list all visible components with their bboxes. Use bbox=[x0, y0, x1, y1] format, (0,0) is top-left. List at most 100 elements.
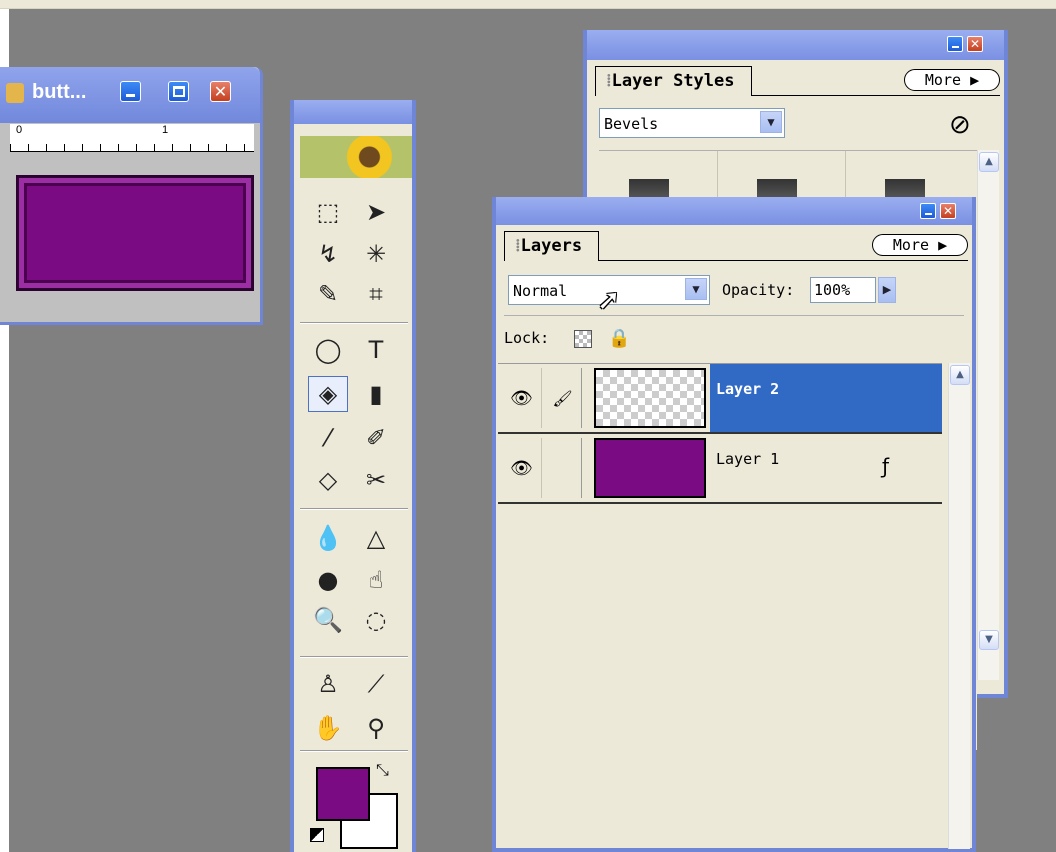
layer-style-fx-icon[interactable]: ƒ bbox=[882, 454, 889, 478]
ruler-ticks bbox=[10, 144, 254, 151]
horizontal-ruler: 0 1 bbox=[10, 124, 254, 152]
tab-label: Layer Styles bbox=[611, 71, 735, 91]
red-eye-tool-icon[interactable]: ✂ bbox=[356, 462, 396, 498]
eraser-tool-icon[interactable]: ◇ bbox=[308, 462, 348, 498]
eyedropper-tool-icon[interactable]: ⟋ bbox=[356, 666, 396, 702]
blur-tool-icon[interactable]: 💧 bbox=[308, 520, 348, 556]
minimize-button[interactable] bbox=[120, 81, 141, 102]
tab-layer-styles[interactable]: ⁞Layer Styles bbox=[595, 66, 752, 96]
chevron-down-icon[interactable]: ▼ bbox=[685, 278, 707, 300]
shape-tool-icon[interactable]: ◯ bbox=[308, 332, 348, 368]
document-canvas[interactable] bbox=[10, 153, 254, 313]
layers-titlebar[interactable]: ✕ bbox=[496, 197, 972, 225]
link-cell[interactable] bbox=[544, 438, 582, 498]
foreground-color-swatch[interactable] bbox=[316, 767, 370, 821]
toolbox-titlebar[interactable] bbox=[294, 100, 412, 124]
type-tool-icon[interactable]: T bbox=[356, 332, 396, 368]
minimize-button[interactable] bbox=[920, 203, 936, 219]
more-label: More bbox=[892, 236, 930, 254]
opacity-input[interactable]: 100% bbox=[810, 277, 876, 303]
clone-stamp-tool-icon[interactable]: ♙ bbox=[308, 666, 348, 702]
close-button[interactable]: ✕ bbox=[210, 81, 231, 102]
more-button[interactable]: More ▶ bbox=[904, 69, 1000, 91]
purple-button-graphic bbox=[16, 175, 254, 291]
minimize-icon bbox=[951, 46, 959, 48]
layer-row[interactable]: 👁 🖌 Layer 2 bbox=[498, 364, 942, 434]
paint-bucket-tool-icon[interactable]: ◈ bbox=[308, 376, 348, 412]
minimize-icon bbox=[924, 213, 932, 215]
zoom-tool-icon[interactable]: ⚲ bbox=[356, 710, 396, 746]
minimize-icon bbox=[126, 94, 135, 97]
burn-tool-icon[interactable]: 🔍 bbox=[308, 602, 348, 638]
eye-icon[interactable]: 👁 bbox=[502, 438, 542, 498]
minimize-button[interactable] bbox=[947, 36, 963, 52]
more-button[interactable]: More ▶ bbox=[872, 234, 968, 256]
scroll-up-icon[interactable]: ▲ bbox=[950, 365, 970, 385]
magic-wand-tool-icon[interactable]: ✳ bbox=[356, 236, 396, 272]
toolbox-separator bbox=[300, 508, 408, 510]
maximize-icon bbox=[172, 86, 185, 97]
lock-label: Lock: bbox=[504, 329, 550, 347]
brush-tool-icon[interactable]: ⁄ bbox=[308, 420, 348, 456]
brush-select-tool-icon[interactable]: ✎ bbox=[308, 276, 348, 312]
triangle-right-icon: ▶ bbox=[970, 71, 980, 89]
layer-styles-titlebar[interactable]: ✕ bbox=[587, 30, 1004, 60]
sunflower-logo bbox=[300, 136, 412, 178]
styles-scrollbar[interactable]: ▲ ▼ bbox=[977, 150, 999, 680]
more-label: More bbox=[924, 71, 962, 89]
chevron-down-icon[interactable]: ▼ bbox=[760, 111, 782, 133]
brush-icon[interactable]: 🖌 bbox=[544, 368, 582, 428]
toolbox-separator bbox=[300, 750, 408, 752]
clear-style-icon[interactable]: ⊘ bbox=[949, 110, 971, 140]
ruler-mark: 0 bbox=[16, 124, 23, 136]
crop-tool-icon[interactable]: ⌗ bbox=[356, 276, 396, 312]
sharpen-tool-icon[interactable]: △ bbox=[356, 520, 396, 556]
close-icon: ✕ bbox=[213, 82, 228, 101]
scroll-down-icon[interactable]: ▼ bbox=[979, 630, 999, 650]
close-icon: ✕ bbox=[942, 204, 954, 218]
document-titlebar[interactable]: butt... ✕ bbox=[0, 67, 260, 123]
opacity-label: Opacity: bbox=[722, 281, 795, 299]
move-tool-icon[interactable]: ➤ bbox=[356, 194, 396, 230]
hand-tool-icon[interactable]: ✋ bbox=[308, 710, 348, 746]
sponge-tool-icon[interactable]: ● bbox=[308, 562, 348, 598]
scroll-up-icon[interactable]: ▲ bbox=[979, 152, 999, 172]
ruler-mark: 1 bbox=[162, 124, 169, 136]
tab-label: Layers bbox=[520, 236, 583, 256]
document-icon bbox=[6, 83, 24, 103]
dodge-tool-icon[interactable]: ◌ bbox=[356, 602, 396, 638]
tab-layers[interactable]: ⁞Layers bbox=[504, 231, 600, 261]
top-menu-strip bbox=[0, 0, 1056, 9]
style-category-dropdown[interactable]: Bevels ▼ bbox=[599, 108, 785, 138]
lock-row: Lock: 🔒 bbox=[504, 315, 964, 355]
style-category-value: Bevels bbox=[604, 115, 659, 133]
layers-scrollbar[interactable]: ▲ bbox=[948, 363, 970, 849]
swap-colors-icon[interactable]: ⤡ bbox=[376, 760, 389, 780]
layer-styles-tabrow: ⁞Layer Styles More ▶ bbox=[595, 66, 1000, 96]
maximize-button[interactable] bbox=[168, 81, 189, 102]
blend-mode-value: Normal bbox=[513, 282, 568, 300]
layer-name: Layer 1 bbox=[716, 450, 780, 468]
layer-list: 👁 🖌 Layer 2 👁 Layer 1 ƒ bbox=[498, 363, 942, 849]
layer-thumbnail bbox=[594, 438, 706, 498]
layer-row[interactable]: 👁 Layer 1 ƒ bbox=[498, 434, 942, 504]
pencil-tool-icon[interactable]: ✐ bbox=[356, 420, 396, 456]
default-colors-icon[interactable] bbox=[310, 828, 324, 842]
eye-icon[interactable]: 👁 bbox=[502, 368, 542, 428]
lasso-tool-icon[interactable]: ↯ bbox=[308, 236, 348, 272]
lock-all-icon[interactable]: 🔒 bbox=[608, 328, 630, 349]
smudge-tool-icon[interactable]: ☝ bbox=[356, 562, 396, 598]
opacity-slider-arrow-icon[interactable]: ▶ bbox=[878, 277, 896, 303]
marquee-tool-icon[interactable]: ⬚ bbox=[308, 194, 348, 230]
layer-thumbnail bbox=[594, 368, 706, 428]
layers-tabrow: ⁞Layers More ▶ bbox=[504, 231, 968, 261]
lock-transparency-icon[interactable] bbox=[574, 330, 592, 348]
toolbox-separator bbox=[300, 322, 408, 324]
mouse-cursor-icon: ➚ bbox=[597, 283, 621, 316]
triangle-right-icon: ▶ bbox=[938, 236, 948, 254]
document-title: butt... bbox=[32, 81, 87, 103]
document-window[interactable]: butt... ✕ 0 1 bbox=[0, 67, 263, 325]
close-button[interactable]: ✕ bbox=[940, 203, 956, 219]
close-button[interactable]: ✕ bbox=[967, 36, 983, 52]
gradient-tool-icon[interactable]: ▮ bbox=[356, 376, 396, 412]
